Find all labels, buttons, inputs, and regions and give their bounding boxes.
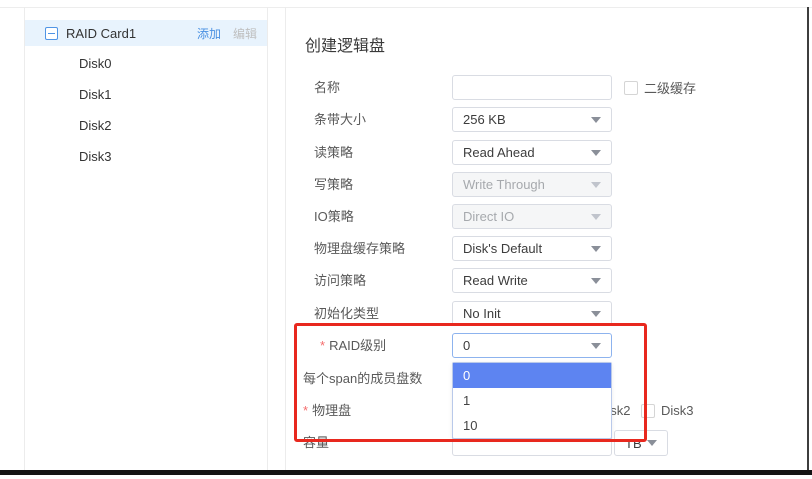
dropdown-option-1[interactable]: 1: [453, 388, 611, 413]
read-policy-select[interactable]: Read Ahead: [452, 140, 612, 165]
tree-item-disk2[interactable]: Disk2: [79, 118, 199, 136]
tree-node-raid-card[interactable]: RAID Card1 添加编辑: [25, 20, 267, 46]
sidebar-right-border: [267, 7, 268, 470]
page-title: 创建逻辑盘: [305, 32, 385, 56]
secondary-cache-checkbox[interactable]: [624, 81, 638, 95]
add-link[interactable]: 添加: [197, 27, 221, 41]
frame-right-border: [807, 7, 809, 473]
physical-disk-label: *物理盘: [303, 398, 443, 423]
name-input[interactable]: [452, 75, 612, 100]
chevron-down-icon: [591, 150, 601, 156]
capacity-unit-value: TB: [625, 436, 647, 451]
frame-top-border: [0, 7, 812, 8]
chevron-down-icon: [591, 117, 601, 123]
chevron-down-icon: [591, 311, 601, 317]
raid-level-dropdown: 0 1 10: [452, 362, 612, 439]
io-policy-select: Direct IO: [452, 204, 612, 229]
read-policy-value: Read Ahead: [463, 145, 591, 160]
read-policy-label: 读策略: [314, 140, 454, 165]
panel-left-border: [285, 7, 286, 470]
tree-item-disk0[interactable]: Disk0: [79, 56, 199, 74]
pd-cache-policy-label: 物理盘缓存策略: [314, 236, 454, 261]
dropdown-option-0[interactable]: 0: [453, 363, 611, 388]
collapse-minus-icon[interactable]: [45, 27, 58, 40]
raid-level-label: *RAID级别: [320, 333, 460, 358]
span-members-label: 每个span的成员盘数: [303, 366, 463, 391]
io-policy-value: Direct IO: [463, 209, 591, 224]
init-type-value: No Init: [463, 306, 591, 321]
stripe-size-value: 256 KB: [463, 112, 591, 127]
chevron-down-icon: [591, 214, 601, 220]
write-policy-label: 写策略: [314, 172, 454, 197]
name-label: 名称: [314, 75, 454, 100]
dropdown-option-10[interactable]: 10: [453, 413, 611, 438]
write-policy-value: Write Through: [463, 177, 591, 192]
chevron-down-icon: [647, 440, 657, 446]
access-policy-select[interactable]: Read Write: [452, 268, 612, 293]
pd-cache-policy-select[interactable]: Disk's Default: [452, 236, 612, 261]
init-type-select[interactable]: No Init: [452, 301, 612, 326]
disk3-checkbox-label: Disk3: [661, 403, 694, 418]
write-policy-select: Write Through: [452, 172, 612, 197]
tree-node-label: RAID Card1: [66, 26, 136, 41]
tree-item-disk1[interactable]: Disk1: [79, 87, 199, 105]
stripe-size-label: 条带大小: [314, 107, 454, 132]
access-policy-value: Read Write: [463, 273, 591, 288]
sidebar-left-border: [24, 7, 25, 470]
frame-bottom-border: [0, 470, 812, 475]
access-policy-label: 访问策略: [314, 268, 454, 293]
tree-item-disk3[interactable]: Disk3: [79, 149, 199, 167]
capacity-unit-select[interactable]: TB: [614, 430, 668, 456]
required-asterisk: *: [303, 403, 308, 418]
chevron-down-icon: [591, 182, 601, 188]
chevron-down-icon: [591, 343, 601, 349]
raid-level-value: 0: [463, 338, 591, 353]
disk3-checkbox[interactable]: [641, 404, 655, 418]
required-asterisk: *: [320, 338, 325, 353]
edit-link[interactable]: 编辑: [233, 27, 257, 41]
io-policy-label: IO策略: [314, 204, 454, 229]
capacity-label: 容量: [303, 430, 443, 455]
stripe-size-select[interactable]: 256 KB: [452, 107, 612, 132]
init-type-label: 初始化类型: [314, 301, 454, 326]
raid-level-select[interactable]: 0: [452, 333, 612, 358]
screenshot-frame: RAID Card1 添加编辑 Disk0 Disk1 Disk2 Disk3 …: [0, 0, 812, 479]
secondary-cache-label: 二级缓存: [644, 78, 696, 97]
chevron-down-icon: [591, 246, 601, 252]
pd-cache-policy-value: Disk's Default: [463, 241, 591, 256]
chevron-down-icon: [591, 278, 601, 284]
